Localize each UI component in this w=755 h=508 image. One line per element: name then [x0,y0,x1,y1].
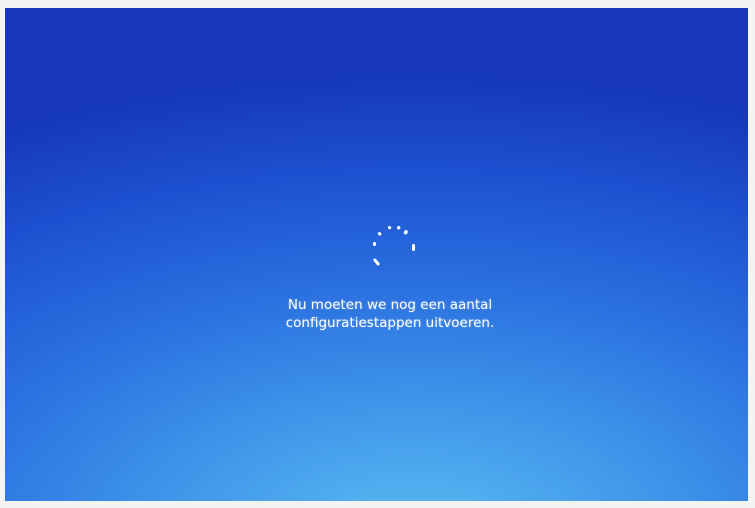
setup-message-line-1: Nu moeten we nog een aantal [287,297,493,313]
setup-screen: Nu moeten we nog een aantal configuratie… [5,8,748,501]
setup-message: Nu moeten we nog een aantal configuratie… [190,296,590,332]
loading-spinner-icon [373,226,415,266]
setup-message-line-2: configuratiestappen uitvoeren. [285,315,495,331]
photo-frame: Nu moeten we nog een aantal configuratie… [0,0,755,508]
